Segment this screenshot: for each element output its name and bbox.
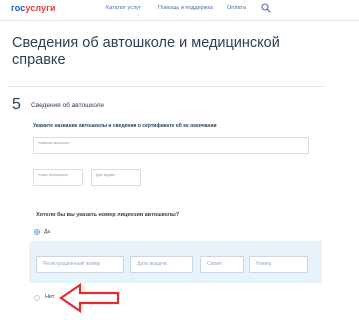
series-input[interactable]: Серия xyxy=(200,256,244,273)
logo-part-uslugi: услуги xyxy=(25,3,56,13)
nav-help-link[interactable]: Помощь и поддержка xyxy=(158,5,213,11)
registration-number-input[interactable]: Регистрационный номер xyxy=(36,256,124,273)
certificate-date-field[interactable]: Дата выдачи xyxy=(91,169,141,186)
radio-yes[interactable] xyxy=(34,229,40,235)
certificate-number-label: Номер сертификата xyxy=(38,173,68,177)
step-number: 5 xyxy=(12,96,21,113)
series-placeholder: Серия xyxy=(207,261,222,267)
top-header: госуслуги Каталог услуг Помощь и поддерж… xyxy=(0,0,359,20)
license-question: Хотели бы вы указать номер лицензии авто… xyxy=(36,212,180,218)
number-input[interactable]: Номер xyxy=(249,256,308,273)
school-instruction: Укажите название автошколы и сведения о … xyxy=(33,123,217,129)
license-issue-date-input[interactable]: Дата выдачи xyxy=(130,256,193,273)
step-title: Сведения об автошколе xyxy=(31,102,105,109)
red-arrow-annotation xyxy=(59,282,120,314)
number-placeholder: Номер xyxy=(256,261,272,267)
school-name-field[interactable]: Название автошколы xyxy=(33,137,309,154)
gosuslugi-logo[interactable]: госуслуги xyxy=(11,3,56,13)
nav-payment-link[interactable]: Оплата xyxy=(227,5,246,11)
certificate-number-field[interactable]: Номер сертификата xyxy=(33,169,83,186)
registration-number-placeholder: Регистрационный номер xyxy=(43,261,101,267)
search-icon[interactable] xyxy=(261,3,271,13)
logo-part-gos: гос xyxy=(11,3,26,13)
page-title: Сведения об автошколе и медицинской спра… xyxy=(12,35,280,68)
radio-no-label[interactable]: Нет xyxy=(45,294,54,300)
header-divider xyxy=(0,20,359,21)
certificate-date-label: Дата выдачи xyxy=(96,173,115,177)
nav-catalog-link[interactable]: Каталог услуг xyxy=(106,5,141,11)
title-divider xyxy=(8,86,324,87)
radio-no[interactable] xyxy=(34,295,40,301)
license-issue-date-placeholder: Дата выдачи xyxy=(137,261,167,267)
school-name-label: Название автошколы xyxy=(38,141,70,145)
radio-yes-label[interactable]: Да xyxy=(44,229,50,235)
